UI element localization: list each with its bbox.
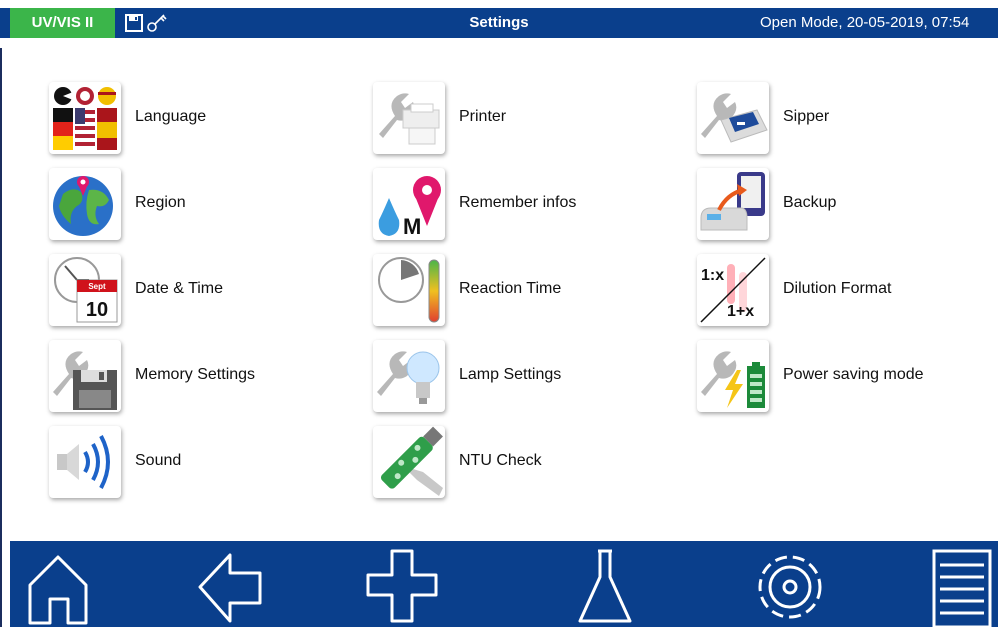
setting-memory-settings[interactable]: Memory Settings: [49, 340, 349, 420]
home-icon: [28, 555, 88, 625]
setting-date-time[interactable]: Sept 10 Date & Time: [49, 254, 349, 334]
bottom-nav-bar: [10, 541, 998, 627]
setting-sound[interactable]: Sound: [49, 426, 349, 506]
back-button[interactable]: [180, 541, 290, 627]
setting-power-saving-mode[interactable]: Power saving mode: [697, 340, 997, 420]
add-button[interactable]: [350, 541, 460, 627]
setting-sound-label: Sound: [135, 452, 182, 469]
sipper-wrench-icon: [697, 82, 769, 154]
menu-button[interactable]: [910, 541, 998, 627]
flask-icon: [578, 549, 632, 623]
setting-power-saving-mode-label: Power saving mode: [783, 366, 924, 383]
ntu-vial-icon: [373, 426, 445, 498]
gear-icon: [758, 555, 822, 619]
globe-pin-icon: [49, 168, 121, 240]
floppy-wrench-icon: [49, 340, 121, 412]
setting-sipper-label: Sipper: [783, 108, 830, 125]
battery-lightning-icon: [697, 340, 769, 412]
timer-tube-icon: [373, 254, 445, 326]
calendar-month: Sept: [88, 282, 106, 291]
setting-printer-label: Printer: [459, 108, 507, 125]
back-arrow-icon: [198, 553, 262, 623]
settings-button[interactable]: [732, 541, 842, 627]
setting-remember-infos[interactable]: M Remember infos: [373, 168, 673, 248]
setting-memory-settings-label: Memory Settings: [135, 366, 256, 383]
dilution-ratio-icon: 1:x 1+x: [697, 254, 769, 326]
svg-text:M: M: [403, 214, 421, 239]
setting-reaction-time-label: Reaction Time: [459, 280, 562, 297]
bulb-wrench-icon: [373, 340, 445, 412]
drop-pin-m-icon: M: [373, 168, 445, 240]
setting-language[interactable]: Language: [49, 82, 349, 162]
list-icon: [932, 549, 992, 627]
language-flags-icon: [49, 82, 121, 154]
setting-dilution-format[interactable]: 1:x 1+x Dilution Format: [697, 254, 997, 334]
setting-lamp-settings-label: Lamp Settings: [459, 366, 562, 383]
printer-wrench-icon: [373, 82, 445, 154]
setting-ntu-check-label: NTU Check: [459, 452, 542, 469]
setting-region[interactable]: Region: [49, 168, 349, 248]
setting-lamp-settings[interactable]: Lamp Settings: [373, 340, 673, 420]
dilution-ratio-top: 1:x: [701, 267, 724, 284]
speaker-icon: [49, 426, 121, 498]
setting-reaction-time[interactable]: Reaction Time: [373, 254, 673, 334]
calendar-day: 10: [86, 299, 108, 321]
status-text: Open Mode, 20-05-2019, 07:54: [760, 14, 970, 31]
setting-ntu-check[interactable]: NTU Check: [373, 426, 673, 506]
setting-printer[interactable]: Printer: [373, 82, 673, 162]
setting-backup-label: Backup: [783, 194, 837, 211]
backup-device-icon: [697, 168, 769, 240]
setting-date-time-label: Date & Time: [135, 280, 224, 297]
setting-region-label: Region: [135, 194, 186, 211]
setting-language-label: Language: [135, 108, 207, 125]
plus-icon: [366, 549, 438, 623]
setting-dilution-format-label: Dilution Format: [783, 280, 892, 297]
setting-sipper[interactable]: Sipper: [697, 82, 997, 162]
clock-calendar-icon: Sept 10: [49, 254, 121, 326]
setting-backup[interactable]: Backup: [697, 168, 997, 248]
home-button[interactable]: [12, 541, 122, 627]
dilution-ratio-bottom: 1+x: [727, 303, 754, 320]
top-bar: UV/VIS II Settings Open Mode, 20-05-2019…: [0, 0, 998, 48]
setting-remember-infos-label: Remember infos: [459, 194, 577, 211]
flask-button[interactable]: [550, 541, 660, 627]
